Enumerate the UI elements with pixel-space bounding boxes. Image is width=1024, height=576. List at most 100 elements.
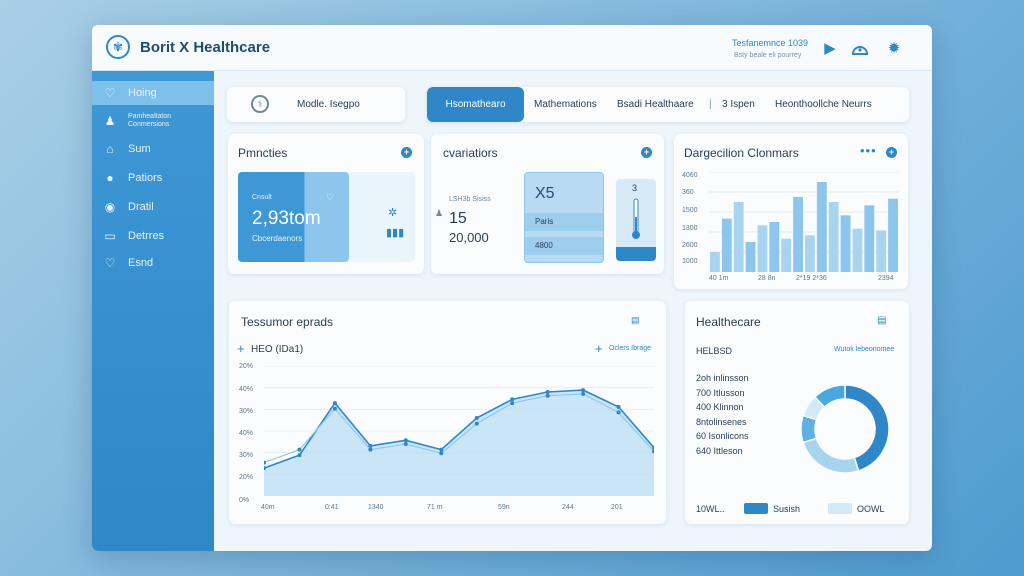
- legend-right: Oclers Ibrage: [609, 345, 652, 352]
- data-point: [439, 447, 444, 452]
- data-point: [332, 406, 337, 411]
- patients-tile[interactable]: Cnsult 2,93tom Cbcerdaenors ♡: [238, 172, 349, 262]
- tab-open[interactable]: 3 Ispen: [722, 87, 755, 122]
- data-point: [439, 451, 444, 456]
- data-point: [510, 401, 515, 406]
- card-title: Pmncties: [238, 146, 288, 160]
- x-tick: 59n: [498, 504, 510, 511]
- y-tick: 20%: [239, 474, 254, 481]
- add-icon[interactable]: +: [886, 147, 897, 158]
- legend-line: 60 Isonlicons: [696, 431, 749, 442]
- bar: [793, 197, 803, 272]
- logo-icon: ✾: [106, 35, 130, 59]
- sidebar-item-home[interactable]: ♡ Hoing: [92, 81, 214, 105]
- model-selector[interactable]: ⚕ Modle. Isegpo: [227, 87, 405, 122]
- more-icon[interactable]: •••: [860, 143, 877, 158]
- data-point: [264, 460, 266, 465]
- sidebar-item-label: Sum: [128, 143, 151, 155]
- heart-icon: ♡: [104, 86, 116, 100]
- plus-icon[interactable]: +: [595, 341, 603, 356]
- y-tick: 30%: [239, 452, 254, 459]
- eval-value-1: 15: [449, 210, 467, 227]
- card-title: Healthecare: [696, 315, 761, 329]
- mini-value: X5: [535, 185, 555, 202]
- sidebar-item-sum[interactable]: ⌂ Sum: [92, 137, 214, 161]
- sidebar: ♡ Hoing ♟ Pamhealtaton Conmersions ⌂ Sum…: [92, 71, 214, 551]
- thermometer-icon: [630, 197, 642, 241]
- area-fill: [264, 390, 654, 496]
- eval-value-2: 20,000: [449, 230, 489, 245]
- footer-mid: Susish: [773, 504, 801, 514]
- tab-label: Bsadi Healthaare: [617, 99, 694, 110]
- data-point: [581, 391, 586, 396]
- user-icon: ♟: [104, 114, 116, 128]
- tab-label: 3 Ispen: [722, 99, 755, 110]
- home-icon: ⌂: [106, 142, 114, 156]
- bar: [781, 238, 792, 272]
- tab-mathematics[interactable]: Mathemations: [534, 87, 597, 122]
- data-point: [368, 447, 373, 452]
- app-header: ✾ Borit X Healthcare Tesfanemnce 1039 Bs…: [92, 25, 932, 71]
- add-icon[interactable]: +: [641, 147, 652, 158]
- donut-link[interactable]: Wutok lebeonomee: [834, 346, 894, 353]
- play-icon[interactable]: ▶: [820, 38, 840, 58]
- card-title: cvariatiors: [443, 146, 498, 160]
- x-tick: 2394: [878, 275, 894, 282]
- evaluations-card: cvariatiors + ♟ LSH3b Sisiss 15 20,000 X…: [431, 134, 664, 274]
- bar: [721, 218, 732, 272]
- tab-separator: |: [709, 87, 712, 122]
- eval-label: LSH3b Sisiss: [449, 196, 491, 203]
- data-point: [616, 410, 621, 415]
- patients-card: Pmncties + Cnsult 2,93tom Cbcerdaenors ♡…: [228, 134, 424, 274]
- legend-line: 8ntolinsenes: [696, 416, 747, 427]
- sidebar-item-devices[interactable]: ▭ Detrres: [92, 224, 214, 248]
- tab-label: Hsomathearo: [445, 99, 506, 110]
- tile-label: Cnsult: [252, 194, 272, 201]
- bar: [864, 205, 875, 272]
- legend-left: HEO (IDa1): [251, 344, 304, 355]
- legend-line: 700 Itlusson: [696, 387, 745, 398]
- gauge-value: 3: [632, 183, 638, 193]
- eval-mini-panel[interactable]: X5 Paris 4800: [524, 172, 604, 263]
- sidebar-item-patients[interactable]: ● Patiors: [92, 166, 214, 190]
- legend-swatch-light: [828, 503, 852, 514]
- sidebar-item-label: Detrres: [128, 230, 165, 242]
- bell-icon[interactable]: [850, 38, 870, 58]
- gear-icon[interactable]: ✹: [884, 38, 904, 58]
- bar: [816, 182, 827, 272]
- model-selector-label: Modle. Isegpo: [297, 99, 360, 110]
- header-status: Tesfanemnce 1039: [732, 38, 809, 48]
- data-point: [297, 447, 302, 452]
- chart-type-icon[interactable]: ▤: [631, 315, 640, 326]
- data-point: [474, 421, 479, 426]
- tab-neurology[interactable]: Heonthoollche Neurrs: [775, 87, 872, 122]
- legend-swatch-dark: [744, 503, 768, 514]
- gauge-panel[interactable]: 3: [616, 179, 656, 261]
- bar: [733, 202, 744, 272]
- area-chart: [264, 366, 654, 496]
- x-tick: 40m: [261, 504, 275, 511]
- data-point: [581, 388, 586, 393]
- person-icon: ♟: [435, 208, 444, 218]
- x-tick: 201: [611, 504, 623, 511]
- sidebar-item-conversions[interactable]: ♟ Pamhealtaton Conmersions: [92, 109, 214, 133]
- plus-icon[interactable]: +: [237, 341, 245, 356]
- data-point: [616, 404, 621, 409]
- sidebar-item-end[interactable]: ♡ Esnd: [92, 251, 214, 275]
- y-tick: 4060: [682, 172, 698, 179]
- sidebar-item-detail[interactable]: ◉ Dratil: [92, 195, 214, 219]
- donut-legend: 2oh inlinsson 700 Itlusson 400 Klinnon 8…: [696, 371, 796, 459]
- mini-row-1: Paris: [525, 213, 603, 231]
- line-chart-card: Tessumor eprads ▤ + HEO (IDa1) + Oclers …: [229, 301, 666, 524]
- add-icon[interactable]: +: [401, 147, 412, 158]
- tab-healthcare[interactable]: Hsomathearo: [427, 87, 524, 122]
- x-tick: 2*19 2*36: [796, 275, 827, 282]
- list-icon[interactable]: ▤: [877, 315, 886, 326]
- legend-line: 400 Klinnon: [696, 402, 744, 413]
- header-subtext: Bsty beale eli pourrey: [734, 52, 802, 59]
- x-tick: 28 8n: [758, 275, 776, 282]
- y-tick: 40%: [239, 386, 254, 393]
- card-title: Tessumor eprads: [241, 315, 334, 329]
- sidebar-item-label: Dratil: [128, 201, 154, 213]
- tab-basic-healthcare[interactable]: Bsadi Healthaare: [617, 87, 694, 122]
